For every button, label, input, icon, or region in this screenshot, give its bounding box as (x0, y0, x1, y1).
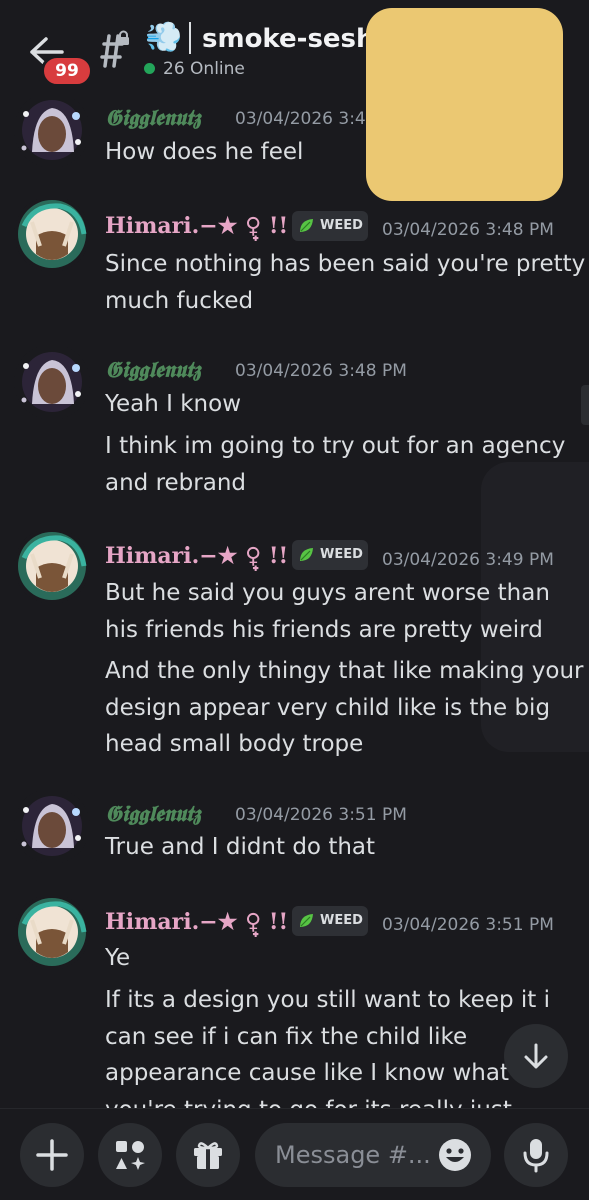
add-attachment-button[interactable] (20, 1123, 84, 1187)
message-author[interactable]: Himari.−★ ♀̟ !! (105, 212, 288, 240)
message-content: And the only thingy that like making you… (105, 653, 584, 763)
role-tag-label: WEED (320, 218, 363, 233)
leaf-icon (300, 548, 313, 561)
channel-name[interactable]: smoke-sesh (202, 22, 375, 56)
message-line: his friends his friends are pretty weird (105, 616, 543, 643)
voice-message-button[interactable] (504, 1123, 568, 1187)
message-timestamp: 03/04/2026 3:51 PM (235, 805, 407, 825)
composer-bar: Message #... (0, 1108, 589, 1200)
avatar-gigglenutz[interactable] (14, 788, 90, 864)
avatar-himari[interactable] (14, 528, 90, 604)
message-content: Since nothing has been said you're prett… (105, 246, 586, 319)
message-timestamp: 03/04/2026 3:51 PM (382, 915, 554, 935)
message-line: And the only thingy that like making you… (105, 658, 584, 684)
message-line: much fucked (105, 287, 254, 314)
message-line: Yeah I know (105, 391, 242, 417)
message-line: Ye (105, 945, 131, 971)
apps-button[interactable] (98, 1123, 162, 1187)
avatar-gigglenutz[interactable] (14, 344, 90, 420)
message-line: I think im going to try out for an agenc… (105, 433, 566, 459)
online-status-icon (144, 63, 155, 74)
avatar-himari[interactable] (14, 196, 90, 272)
message-line: True and I didnt do that (105, 834, 376, 860)
plus-icon (36, 1139, 68, 1171)
message-content: But he said you guys arent worse than hi… (105, 575, 575, 648)
leaf-icon (300, 219, 313, 232)
message-author[interactable]: Himari.−★ ♀̟ !! (105, 908, 288, 936)
message-content: Ye (105, 940, 575, 977)
message-content: Yeah I know (105, 386, 575, 423)
role-tag-label: WEED (320, 913, 363, 928)
apps-icon (116, 1141, 145, 1170)
message-author[interactable]: 𝕲𝖎𝖌𝖌𝖑𝖊𝖓𝖚𝖙𝖟 (105, 104, 201, 132)
leaf-icon (300, 914, 313, 927)
redaction-overlay (366, 8, 563, 201)
message-author[interactable]: 𝕲𝖎𝖌𝖌𝖑𝖊𝖓𝖚𝖙𝖟 (105, 800, 201, 828)
smiley-icon (439, 1139, 471, 1171)
message-timestamp: 03/04/2026 3:48 PM (382, 220, 554, 240)
message-timestamp: 03/04/2026 3:4 (235, 109, 366, 129)
message-line: But he said you guys arent worse than (105, 580, 550, 606)
message-line: Since nothing has been said you're prett… (105, 251, 586, 277)
avatar-gigglenutz[interactable] (14, 92, 90, 168)
message-line: If its a design you still want to keep i… (105, 987, 550, 1013)
unread-badge: 99 (41, 55, 93, 87)
avatar-himari[interactable] (14, 894, 90, 970)
message-line: head small body trope (105, 731, 364, 757)
message-author[interactable]: Himari.−★ ♀̟ !! (105, 542, 288, 570)
role-tag-weed: WEED (292, 906, 368, 936)
message-timestamp: 03/04/2026 3:49 PM (382, 550, 554, 570)
title-divider (189, 22, 191, 54)
arrow-down-icon (524, 1043, 548, 1069)
role-tag-label: WEED (320, 547, 363, 562)
role-tag-weed: WEED (292, 211, 368, 241)
message-content: True and I didnt do that (105, 829, 575, 866)
edge-handle[interactable] (581, 385, 589, 425)
gift-button[interactable] (176, 1123, 240, 1187)
message-author[interactable]: 𝕲𝖎𝖌𝖌𝖑𝖊𝖓𝖚𝖙𝖟 (105, 356, 201, 384)
message-timestamp: 03/04/2026 3:48 PM (235, 361, 407, 381)
hashtag-lock-icon (94, 30, 134, 70)
channel-emoji: 💨 (145, 20, 183, 55)
gift-icon (194, 1142, 222, 1169)
jump-to-present-button[interactable] (504, 1024, 568, 1088)
message-line: design appear very child like is the big (105, 694, 551, 721)
microphone-icon (523, 1139, 549, 1173)
role-tag-weed: WEED (292, 540, 368, 570)
online-count: 26 Online (163, 59, 245, 79)
emoji-button[interactable] (437, 1137, 473, 1173)
